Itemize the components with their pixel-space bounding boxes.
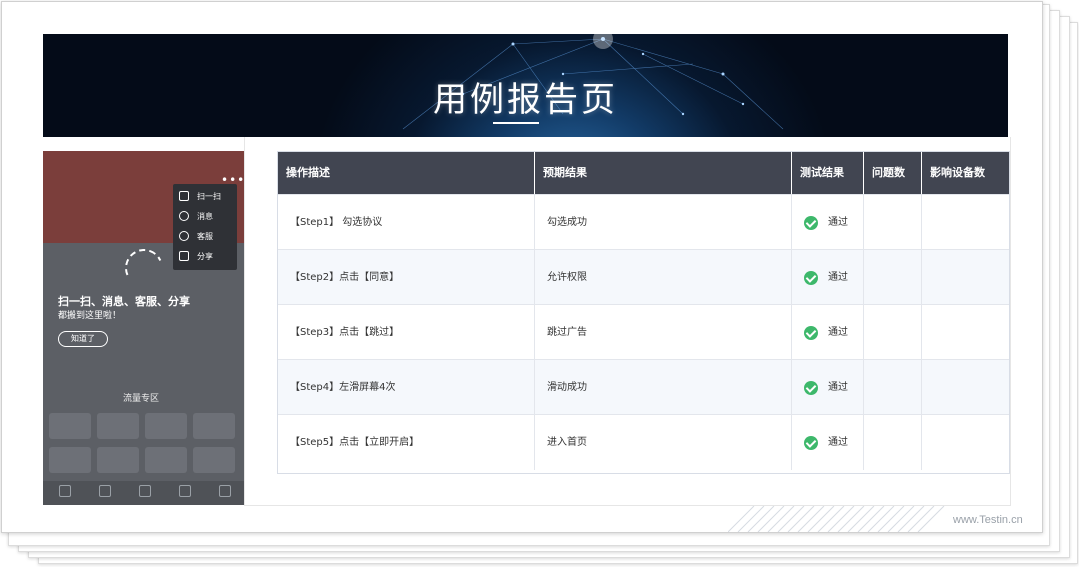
guide-subtitle: 都搬到这里啦！	[58, 311, 122, 321]
package-card[interactable]	[49, 447, 91, 473]
header-issues: 问题数	[864, 152, 922, 194]
table-row: 【Step1】 勾选协议 勾选成功 通过	[278, 194, 1009, 250]
step-cell: 【Step5】点击【立即开启】	[278, 415, 535, 470]
menu-item-scan[interactable]: 扫一扫	[179, 188, 221, 204]
menu-item-share[interactable]: 分享	[179, 248, 213, 264]
phone-tab-bar	[43, 481, 244, 505]
menu-item-label: 扫一扫	[197, 191, 221, 201]
expected-cell: 进入首页	[535, 415, 792, 470]
traffic-zone-title: 流量专区	[123, 394, 160, 404]
result-cell: 通过	[792, 305, 864, 360]
result-text: 通过	[828, 217, 848, 228]
devices-cell	[922, 195, 1009, 250]
header-devices: 影响设备数	[930, 166, 985, 179]
devices-cell	[922, 360, 1009, 415]
phone-popup-menu: 扫一扫 消息 客服 分享	[173, 184, 237, 270]
issues-cell	[864, 250, 922, 305]
share-icon	[179, 251, 189, 261]
result-cell: 通过	[792, 195, 864, 250]
guide-title: 扫一扫、消息、客服、分享	[58, 295, 190, 308]
menu-item-message[interactable]: 消息	[179, 208, 213, 224]
table-row: 【Step5】点击【立即开启】 进入首页 通过	[278, 414, 1009, 473]
check-circle-icon	[804, 270, 818, 285]
menu-item-service[interactable]: 客服	[179, 228, 213, 244]
mine-tab-icon[interactable]	[219, 485, 231, 497]
issues-cell	[864, 360, 922, 415]
check-circle-icon	[804, 325, 818, 340]
menu-item-label: 分享	[197, 251, 213, 261]
package-card[interactable]	[49, 413, 91, 439]
step-cell: 【Step3】点击【跳过】	[278, 305, 535, 360]
result-text: 通过	[828, 382, 848, 393]
expected-cell: 跳过广告	[535, 305, 792, 360]
issues-cell	[864, 415, 922, 470]
package-card[interactable]	[193, 413, 235, 439]
customer-service-icon	[179, 231, 189, 241]
step-cell: 【Step2】点击【同意】	[278, 250, 535, 305]
package-card[interactable]	[145, 447, 187, 473]
test-case-table: 操作描述 预期结果 测试结果 问题数 影响设备数 【Step1】 勾选协议 勾选…	[277, 151, 1010, 474]
expected-cell: 滑动成功	[535, 360, 792, 415]
check-circle-icon	[804, 215, 818, 230]
step-cell: 【Step4】左滑屏幕4次	[278, 360, 535, 415]
title-underline	[493, 122, 539, 124]
service-tab-icon[interactable]	[99, 485, 111, 497]
table-header: 操作描述 预期结果 测试结果 问题数 影响设备数	[278, 152, 1009, 194]
table-row: 【Step2】点击【同意】 允许权限 通过	[278, 249, 1009, 305]
expected-cell: 勾选成功	[535, 195, 792, 250]
result-cell: 通过	[792, 250, 864, 305]
menu-item-label: 客服	[197, 231, 213, 241]
package-card[interactable]	[193, 447, 235, 473]
scan-icon	[179, 191, 189, 201]
phone-screenshot: ••• 扫一扫 消息 客服 分享 扫一扫、消息、客服、分享 都搬到这里啦！ 知道…	[43, 151, 244, 505]
got-it-button[interactable]: 知道了	[58, 331, 108, 347]
home-tab-icon[interactable]	[59, 485, 71, 497]
devices-cell	[922, 415, 1009, 470]
header-operation: 操作描述	[278, 152, 535, 194]
result-cell: 通过	[792, 360, 864, 415]
package-card[interactable]	[97, 447, 139, 473]
expected-cell: 允许权限	[535, 250, 792, 305]
table-row: 【Step3】点击【跳过】 跳过广告 通过	[278, 304, 1009, 360]
check-circle-icon	[804, 380, 818, 395]
decorative-hatch	[728, 506, 945, 532]
result-text: 通过	[828, 327, 848, 338]
step-cell: 【Step1】 勾选协议	[278, 195, 535, 250]
package-card[interactable]	[97, 413, 139, 439]
header-result: 测试结果	[792, 152, 864, 194]
package-card[interactable]	[145, 413, 187, 439]
devices-cell	[922, 250, 1009, 305]
issues-cell	[864, 305, 922, 360]
shop-tab-icon[interactable]	[179, 485, 191, 497]
result-text: 通过	[828, 272, 848, 283]
page-title: 用例报告页	[433, 80, 618, 120]
table-row: 【Step4】左滑屏幕4次 滑动成功 通过	[278, 359, 1009, 415]
result-text: 通过	[828, 437, 848, 448]
issues-cell	[864, 195, 922, 250]
devices-cell	[922, 305, 1009, 360]
check-circle-icon	[804, 435, 818, 450]
discover-tab-icon[interactable]	[139, 485, 151, 497]
result-cell: 通过	[792, 415, 864, 470]
header-expected: 预期结果	[535, 152, 792, 194]
testin-watermark: www.Testin.cn	[953, 514, 1023, 526]
menu-item-label: 消息	[197, 211, 213, 221]
message-icon	[179, 211, 189, 221]
